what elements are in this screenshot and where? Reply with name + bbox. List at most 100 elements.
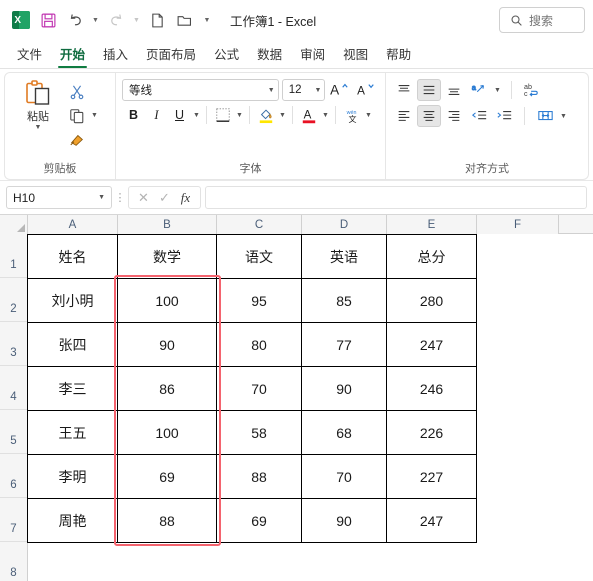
- cell-D4[interactable]: 90: [301, 366, 387, 411]
- customize-qat-button[interactable]: ▼: [198, 7, 216, 33]
- merge-center-button[interactable]: [533, 105, 557, 127]
- cell-D5[interactable]: 68: [301, 410, 387, 455]
- align-bottom-button[interactable]: [442, 79, 466, 101]
- phonetic-guide-button[interactable]: wén 文: [340, 104, 363, 126]
- cell-D6[interactable]: 70: [301, 454, 387, 499]
- row-header-6[interactable]: 6: [0, 454, 27, 498]
- phonetic-dropdown-caret[interactable]: ▼: [363, 112, 374, 119]
- cell-B7[interactable]: 88: [117, 498, 217, 543]
- row-header-5[interactable]: 5: [0, 410, 27, 454]
- tab-help[interactable]: 帮助: [377, 41, 420, 68]
- insert-function-icon[interactable]: fx: [176, 190, 195, 206]
- copy-button[interactable]: [65, 105, 89, 127]
- select-all-corner[interactable]: [0, 215, 28, 234]
- font-size-combo[interactable]: 12 ▼: [281, 79, 326, 101]
- cell-B2[interactable]: 100: [117, 278, 217, 323]
- cell-A7[interactable]: 周艳: [27, 498, 118, 543]
- formula-input[interactable]: [205, 186, 587, 209]
- font-name-caret[interactable]: ▼: [268, 87, 275, 94]
- decrease-font-size-button[interactable]: A: [355, 79, 379, 101]
- cell-E1[interactable]: 总分: [386, 234, 477, 279]
- column-header-A[interactable]: A: [28, 215, 118, 234]
- underline-button[interactable]: U: [168, 104, 191, 126]
- fill-color-button[interactable]: [254, 104, 277, 126]
- cut-button[interactable]: [65, 81, 89, 103]
- cell-C5[interactable]: 58: [216, 410, 302, 455]
- font-name-combo[interactable]: 等线 ▼: [122, 79, 279, 101]
- open-button[interactable]: [171, 7, 197, 33]
- align-middle-button[interactable]: [417, 79, 441, 101]
- font-color-button[interactable]: A: [297, 104, 320, 126]
- column-header-B[interactable]: B: [118, 215, 217, 234]
- align-top-button[interactable]: [392, 79, 416, 101]
- tab-file[interactable]: 文件: [8, 41, 51, 68]
- row-header-4[interactable]: 4: [0, 366, 27, 410]
- align-right-button[interactable]: [442, 105, 466, 127]
- tab-formulas[interactable]: 公式: [205, 41, 248, 68]
- cell-C7[interactable]: 69: [216, 498, 302, 543]
- cell-B6[interactable]: 69: [117, 454, 217, 499]
- font-size-caret[interactable]: ▼: [314, 87, 321, 94]
- cell-E6[interactable]: 227: [386, 454, 477, 499]
- column-header-E[interactable]: E: [387, 215, 477, 234]
- orientation-dropdown-caret[interactable]: ▼: [492, 87, 503, 94]
- row-header-7[interactable]: 7: [0, 498, 27, 542]
- cell-E2[interactable]: 280: [386, 278, 477, 323]
- column-header-C[interactable]: C: [217, 215, 302, 234]
- orientation-button[interactable]: a: [467, 79, 491, 101]
- new-button[interactable]: [144, 7, 170, 33]
- name-box-caret[interactable]: ▼: [98, 194, 105, 201]
- cell-A2[interactable]: 刘小明: [27, 278, 118, 323]
- align-left-button[interactable]: [392, 105, 416, 127]
- cell-A1[interactable]: 姓名: [27, 234, 118, 279]
- tab-home[interactable]: 开始: [51, 41, 94, 68]
- fill-color-dropdown-caret[interactable]: ▼: [277, 112, 288, 119]
- cell-A5[interactable]: 王五: [27, 410, 118, 455]
- cell-C2[interactable]: 95: [216, 278, 302, 323]
- cell-A6[interactable]: 李明: [27, 454, 118, 499]
- row-header-2[interactable]: 2: [0, 278, 27, 322]
- save-button[interactable]: [35, 7, 61, 33]
- tab-data[interactable]: 数据: [248, 41, 291, 68]
- wrap-text-button[interactable]: ab c: [520, 79, 544, 101]
- name-box[interactable]: H10 ▼: [6, 186, 112, 209]
- cell-C6[interactable]: 88: [216, 454, 302, 499]
- cell-D1[interactable]: 英语: [301, 234, 387, 279]
- merge-center-dropdown-caret[interactable]: ▼: [558, 113, 569, 120]
- decrease-indent-button[interactable]: [467, 105, 491, 127]
- column-header-D[interactable]: D: [302, 215, 387, 234]
- cell-E3[interactable]: 247: [386, 322, 477, 367]
- align-center-button[interactable]: [417, 105, 441, 127]
- tab-insert[interactable]: 插入: [94, 41, 137, 68]
- cell-E5[interactable]: 226: [386, 410, 477, 455]
- underline-dropdown-caret[interactable]: ▼: [191, 112, 202, 119]
- borders-dropdown-caret[interactable]: ▼: [234, 112, 245, 119]
- format-painter-button[interactable]: [65, 129, 89, 151]
- row-header-1[interactable]: 1: [0, 234, 27, 278]
- column-header-F[interactable]: F: [477, 215, 559, 234]
- cell-B1[interactable]: 数学: [117, 234, 217, 279]
- cell-D7[interactable]: 90: [301, 498, 387, 543]
- redo-dropdown[interactable]: ▼: [130, 7, 143, 33]
- bold-button[interactable]: B: [122, 104, 145, 126]
- borders-button[interactable]: [211, 104, 234, 126]
- tab-view[interactable]: 视图: [334, 41, 377, 68]
- cancel-icon[interactable]: ✕: [134, 190, 153, 206]
- cell-E4[interactable]: 246: [386, 366, 477, 411]
- increase-indent-button[interactable]: [492, 105, 516, 127]
- tab-page-layout[interactable]: 页面布局: [137, 41, 205, 68]
- increase-font-size-button[interactable]: A: [328, 79, 352, 101]
- cell-B5[interactable]: 100: [117, 410, 217, 455]
- cell-E7[interactable]: 247: [386, 498, 477, 543]
- cell-B3[interactable]: 90: [117, 322, 217, 367]
- row-header-8[interactable]: 8: [0, 542, 27, 581]
- undo-dropdown[interactable]: ▼: [89, 7, 102, 33]
- search-box[interactable]: 搜索: [499, 7, 585, 33]
- redo-button[interactable]: [103, 7, 129, 33]
- cell-C3[interactable]: 80: [216, 322, 302, 367]
- cell-D2[interactable]: 85: [301, 278, 387, 323]
- confirm-icon[interactable]: ✓: [155, 190, 174, 206]
- tab-review[interactable]: 审阅: [291, 41, 334, 68]
- cell-D3[interactable]: 77: [301, 322, 387, 367]
- cell-B4[interactable]: 86: [117, 366, 217, 411]
